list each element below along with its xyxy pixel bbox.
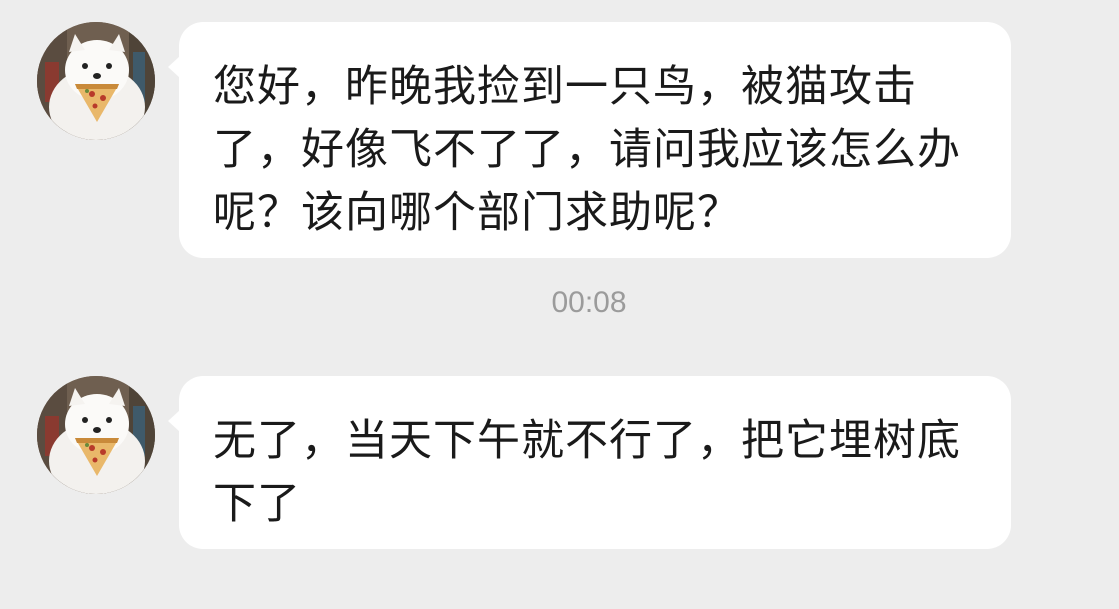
avatar[interactable] — [37, 22, 155, 140]
message-bubble[interactable]: 您好，昨晚我捡到一只鸟，被猫攻击了，好像飞不了了，请问我应该怎么办呢？该向哪个部… — [168, 22, 1011, 258]
message-timestamp: 00:08 — [551, 286, 627, 319]
samoyed-avatar-icon — [37, 376, 155, 494]
avatar[interactable] — [37, 376, 155, 494]
samoyed-avatar-icon — [37, 22, 155, 140]
message-text: 您好，昨晚我捡到一只鸟，被猫攻击了，好像飞不了了，请问我应该怎么办呢？该向哪个部… — [213, 62, 961, 238]
message-text: 无了，当天下午就不行了，把它埋树底下了 — [213, 416, 961, 529]
message-bubble[interactable]: 无了，当天下午就不行了，把它埋树底下了 — [168, 376, 1011, 549]
